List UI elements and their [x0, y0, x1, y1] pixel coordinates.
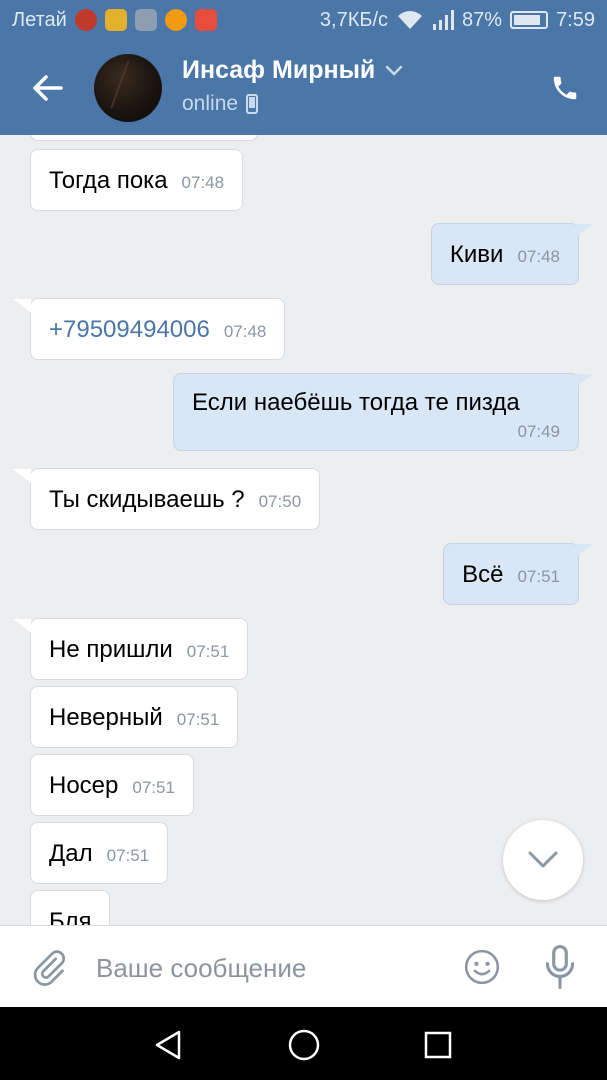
signal-icon — [433, 10, 455, 30]
message-bubble-outgoing[interactable]: Всё 07:51 — [443, 543, 579, 605]
microphone-icon — [545, 945, 575, 989]
message-time: 07:51 — [106, 846, 150, 865]
circle-home-icon — [288, 1029, 320, 1061]
back-button[interactable] — [28, 68, 68, 108]
call-button[interactable] — [545, 68, 585, 108]
paperclip-icon — [33, 950, 66, 986]
carrier-label: Летай — [12, 8, 67, 31]
message-text: Не пришли — [49, 636, 173, 663]
message-time: 07:51 — [132, 778, 175, 797]
message-bubble-incoming[interactable]: Не пришли 07:51 — [30, 618, 249, 680]
message-bubble-incoming[interactable]: +79509494006 07:48 — [30, 298, 286, 361]
chevron-down-icon — [528, 851, 558, 868]
contact-name: Инсаф Мирный — [182, 56, 376, 84]
message-text: Бля — [49, 908, 92, 925]
message-bubble-incoming[interactable]: Неверный 07:51 — [30, 686, 239, 748]
message-text: Киви — [449, 241, 504, 268]
message-text: Тогда пока — [49, 167, 168, 194]
message-time: 07:51 — [176, 710, 220, 729]
message-text: Всё — [462, 561, 504, 588]
smiley-icon — [464, 949, 500, 985]
message-bubble-partial — [30, 135, 258, 141]
chevron-down-icon — [386, 65, 403, 76]
emoji-button[interactable] — [462, 947, 502, 987]
nav-recents-button[interactable] — [418, 1025, 458, 1065]
mobile-device-icon — [246, 94, 259, 114]
status-bar-left: Летай — [12, 9, 217, 32]
app-notification-icon — [194, 9, 217, 31]
message-text: Неверный — [49, 704, 163, 731]
battery-level — [514, 15, 541, 25]
message-time: 07:50 — [258, 492, 302, 511]
voice-message-button[interactable] — [540, 944, 580, 990]
message-list[interactable]: Тогда пока 07:48 Киви 07:48 +79509494006… — [0, 135, 607, 925]
message-time: 07:48 — [517, 247, 560, 266]
message-time: 07:48 — [223, 322, 267, 341]
arrow-left-icon — [33, 75, 63, 101]
triangle-back-icon — [155, 1030, 181, 1060]
network-speed: 3,7КБ/с — [319, 8, 389, 31]
contact-status: online — [182, 92, 239, 115]
app-notification-icon — [104, 9, 127, 31]
app-notification-icon — [164, 9, 187, 31]
bubble-tail — [575, 544, 593, 558]
message-bubble-incoming[interactable]: Носер 07:51 — [30, 754, 194, 816]
bubble-tail — [13, 469, 31, 483]
message-text: Ты скидываешь ? — [49, 486, 245, 513]
contact-name-row[interactable]: Инсаф Мирный — [182, 56, 403, 85]
message-composer — [0, 925, 607, 1007]
nav-home-button[interactable] — [284, 1025, 324, 1065]
wifi-icon — [398, 11, 423, 29]
battery-icon — [510, 11, 549, 29]
bubble-tail — [575, 374, 593, 388]
message-bubble-incoming[interactable]: Ты скидываешь ? 07:50 — [30, 468, 321, 530]
bubble-tail — [13, 619, 31, 633]
message-time: 07:51 — [186, 642, 230, 661]
bubble-tail — [575, 224, 593, 238]
message-time: 07:48 — [181, 173, 225, 192]
battery-percent: 87% — [462, 8, 503, 31]
phone-icon — [553, 76, 577, 100]
attach-button[interactable] — [28, 946, 70, 988]
message-input[interactable] — [96, 946, 436, 990]
message-text: Если наебёшь тогда те пизда — [192, 389, 520, 416]
phone-link[interactable]: +79509494006 — [49, 299, 210, 361]
gallery-notification-icon — [134, 9, 157, 31]
clock: 7:59 — [556, 8, 595, 31]
message-bubble-incoming[interactable]: Бля — [30, 890, 111, 925]
message-bubble-outgoing[interactable]: Киви 07:48 — [430, 223, 579, 285]
system-navigation-bar — [0, 1007, 607, 1080]
status-bar-right: 3,7КБ/с 87% 7:59 — [320, 9, 595, 32]
message-time: 07:51 — [517, 567, 560, 586]
chat-header: Инсаф Мирный online — [0, 40, 607, 135]
message-text: Носер — [49, 772, 119, 799]
square-recents-icon — [424, 1031, 452, 1059]
contact-status-row: online — [182, 92, 259, 116]
message-bubble-incoming[interactable]: Дал 07:51 — [30, 822, 169, 884]
message-bubble-incoming[interactable]: Тогда пока 07:48 — [30, 149, 244, 211]
message-text: Дал — [49, 840, 93, 867]
app-notification-icon — [74, 9, 97, 31]
scroll-to-bottom-button[interactable] — [503, 820, 583, 900]
message-bubble-outgoing[interactable]: Если наебёшь тогда те пизда 07:49 — [173, 373, 579, 451]
message-time: 07:49 — [517, 422, 560, 441]
nav-back-button[interactable] — [148, 1025, 188, 1065]
avatar[interactable] — [94, 54, 162, 122]
bubble-tail — [13, 299, 31, 313]
status-bar: Летай 3,7КБ/с 87% 7:59 — [0, 0, 607, 40]
